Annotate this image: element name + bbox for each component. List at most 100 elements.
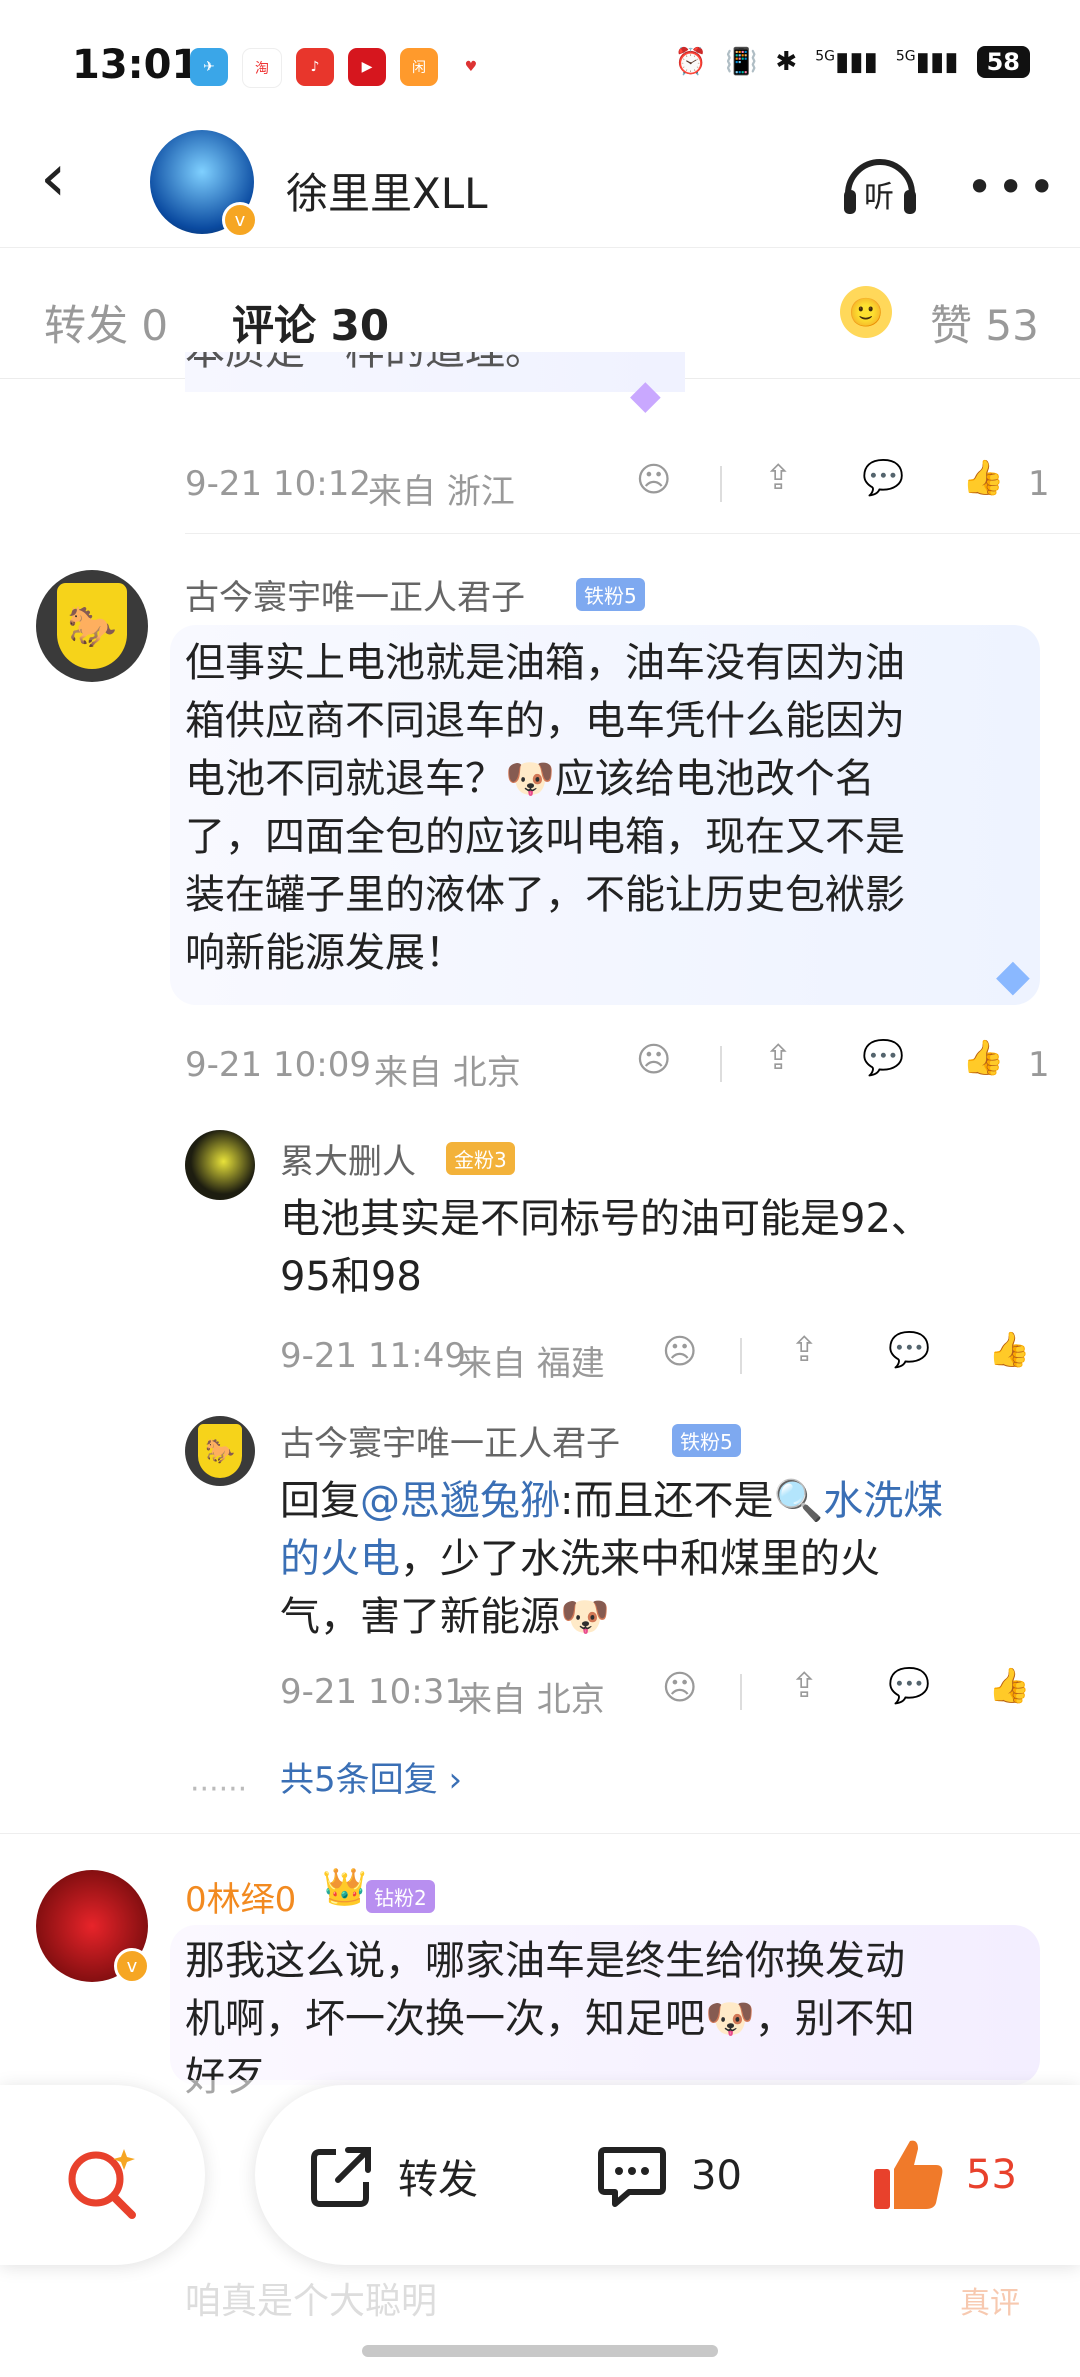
comment-count: 30: [691, 2153, 742, 2199]
crown-icon: 👑: [322, 1867, 367, 1908]
back-icon[interactable]: ‹: [40, 145, 66, 211]
telegram-icon: ✈: [190, 48, 228, 86]
like-icon[interactable]: 👍: [988, 1330, 1030, 1370]
repost-button[interactable]: 转发: [306, 2140, 556, 2212]
divider: [720, 1046, 722, 1082]
avatar[interactable]: [185, 1130, 255, 1200]
signal-icon-2: 5G▮▮▮: [895, 47, 959, 77]
avatar[interactable]: v: [150, 130, 258, 238]
fan-badge: 金粉3: [446, 1142, 515, 1175]
repost-label: 转发: [398, 2157, 478, 2203]
xianyu-icon: 闲: [400, 48, 438, 86]
share-icon[interactable]: ⇪: [764, 1038, 793, 1078]
avatar[interactable]: 🐎: [185, 1416, 255, 1486]
replier-name[interactable]: 累大删人: [280, 1134, 416, 1183]
comment-text: 但事实上电池就是油箱，油车没有因为油 箱供应商不同退车的，电车凭什么能因为 电池…: [185, 640, 905, 976]
commenter-name[interactable]: 古今寰宇唯一正人君子: [185, 570, 525, 619]
tab-comments[interactable]: 评论 30: [232, 292, 389, 353]
avatar[interactable]: 🐎: [36, 570, 148, 682]
battery-indicator: 58: [976, 46, 1030, 78]
divider: [720, 466, 722, 502]
diamond-decoration-icon: ◆: [996, 950, 1030, 1001]
search-icon: 🔍: [773, 1478, 824, 1524]
reply-time: 9-21 10:31: [280, 1672, 466, 1712]
reply-location: 来自 北京: [458, 1680, 605, 1720]
bluetooth-icon: ✱: [775, 47, 798, 77]
search-button[interactable]: [0, 2085, 205, 2265]
reply-icon[interactable]: 💬: [888, 1666, 930, 1706]
dislike-icon[interactable]: ☹: [662, 1668, 697, 1708]
reply-text: 回复@思邈兔狲:而且还不是🔍水洗煤 的火电，少了水洗来中和煤里的火 气，害了新能…: [280, 1478, 944, 1640]
comment-time: 9-21 10:12: [185, 464, 371, 504]
heart-icon: ♥: [452, 48, 490, 86]
video-icon: ▶: [348, 48, 386, 86]
repost-icon: [311, 2147, 371, 2207]
topic-link[interactable]: 🔍水洗煤: [773, 1478, 943, 1524]
signal-icon: 5G▮▮▮: [815, 47, 878, 77]
dislike-icon[interactable]: ☹: [636, 460, 671, 500]
horse-logo-icon: 🐎: [57, 583, 127, 669]
fan-badge: 铁粉5: [576, 578, 645, 611]
reply-icon[interactable]: 💬: [862, 1038, 904, 1078]
more-replies-link[interactable]: 共5条回复 ›: [280, 1752, 462, 1801]
dotted-leader: ······: [190, 1772, 248, 1807]
share-icon[interactable]: ⇪: [790, 1666, 819, 1706]
reply-icon[interactable]: 💬: [888, 1330, 930, 1370]
like-count: 1: [1028, 464, 1050, 504]
divider: [0, 1833, 1080, 1834]
commenter-name[interactable]: 0林绎0: [185, 1872, 296, 1921]
status-app-icons: ✈ 淘 ♪ ▶ 闲 ♥: [190, 48, 490, 88]
divider: [740, 1338, 742, 1374]
verified-badge-icon: v: [114, 1948, 150, 1984]
reply-time: 9-21 11:49: [280, 1336, 466, 1376]
like-icon[interactable]: 👍: [962, 458, 1004, 498]
divider: [0, 247, 1080, 248]
listen-label: 听: [864, 180, 894, 215]
thumbs-up-icon: [874, 2140, 943, 2209]
vibrate-icon: 📳: [725, 47, 758, 77]
fan-badge: 铁粉5: [672, 1424, 741, 1457]
partial-comment-text: 本质是一样的道理。: [185, 352, 545, 374]
topic-link-continued[interactable]: 的火电: [280, 1536, 400, 1582]
taobao-red-icon: 淘: [242, 48, 282, 88]
like-icon[interactable]: 👍: [988, 1666, 1030, 1706]
dislike-icon[interactable]: ☹: [662, 1332, 697, 1372]
alarm-icon: ⏰: [674, 47, 708, 77]
tab-repost[interactable]: 转发 0: [44, 292, 168, 353]
comment-button[interactable]: 30: [595, 2140, 795, 2212]
music-icon: ♪: [296, 48, 334, 86]
status-system-icons: ⏰ 📳 ✱ 5G▮▮▮ 5G▮▮▮ 58: [675, 46, 1030, 78]
avatar[interactable]: v: [36, 1870, 150, 1984]
horse-logo-icon: 🐎: [198, 1424, 242, 1478]
reply-location: 来自 福建: [458, 1344, 605, 1384]
chevron-right-icon: ›: [448, 1760, 463, 1800]
dislike-icon[interactable]: ☹: [636, 1040, 671, 1080]
divider: [740, 1674, 742, 1710]
reply-text: 电池其实是不同标号的油可能是92、 95和98: [280, 1196, 931, 1300]
more-options-icon[interactable]: •••: [966, 160, 1059, 214]
reply-icon[interactable]: 💬: [862, 458, 904, 498]
like-count: 53: [966, 2152, 1017, 2198]
home-indicator[interactable]: [362, 2345, 718, 2357]
real-review-tag: 真评: [960, 2286, 1020, 2321]
like-count: 1: [1028, 1045, 1050, 1085]
partial-commenter-name: 咱真是个大聪明: [185, 2281, 438, 2322]
status-time: 13:01: [72, 42, 200, 88]
comment-icon: [598, 2147, 666, 2207]
tab-likes[interactable]: 赞 53: [930, 292, 1039, 353]
like-button[interactable]: 53: [870, 2135, 1070, 2215]
like-icon[interactable]: 👍: [962, 1038, 1004, 1078]
divider: [185, 533, 1080, 534]
listen-button[interactable]: 听: [840, 150, 920, 218]
mention-link[interactable]: @思邈兔狲: [360, 1478, 560, 1524]
diamond-decoration-icon: ◆: [630, 372, 661, 418]
comment-location: 来自 浙江: [368, 472, 515, 512]
share-icon[interactable]: ⇪: [790, 1330, 819, 1370]
partial-comment-bubble: 本质是一样的道理。: [185, 352, 685, 392]
replier-name[interactable]: 古今寰宇唯一正人君子: [280, 1416, 620, 1465]
page-title[interactable]: 徐里里XLL: [286, 160, 488, 221]
fan-badge: 钻粉2: [366, 1880, 435, 1913]
liker-avatar-icon: 🙂: [840, 286, 892, 338]
search-icon: [68, 2149, 136, 2219]
share-icon[interactable]: ⇪: [764, 458, 793, 498]
